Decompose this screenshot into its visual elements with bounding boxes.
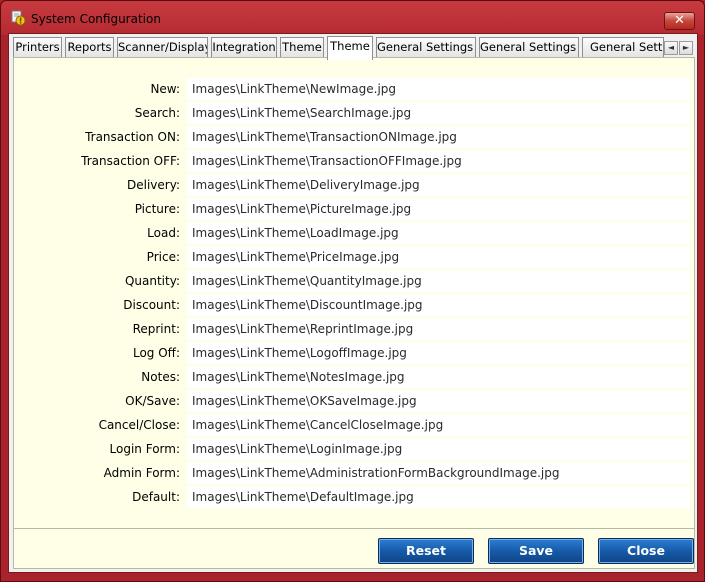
new-image-path-field[interactable]: Images\LinkTheme\NewImage.jpg	[187, 78, 690, 100]
setting-row-reprint: Reprint: Images\LinkTheme\ReprintImage.j…	[14, 317, 694, 341]
setting-row-price: Price: Images\LinkTheme\PriceImage.jpg	[14, 245, 694, 269]
app-config-icon	[11, 10, 26, 26]
transaction-on-image-label: Transaction ON:	[85, 130, 180, 144]
setting-row-search: Search: Images\LinkTheme\SearchImage.jpg	[14, 101, 694, 125]
tab-theme[interactable]: Theme	[280, 37, 324, 58]
search-image-path-field[interactable]: Images\LinkTheme\SearchImage.jpg	[187, 102, 690, 124]
window-close-button[interactable]: ✕	[664, 12, 695, 30]
tab-general-settings-1[interactable]: General Settings 1	[376, 37, 476, 58]
setting-row-transaction-on: Transaction ON: Images\LinkTheme\Transac…	[14, 125, 694, 149]
transaction-off-image-path-field[interactable]: Images\LinkTheme\TransactionOFFImage.jpg	[187, 150, 690, 172]
log-off-image-path-field[interactable]: Images\LinkTheme\LogoffImage.jpg	[187, 342, 690, 364]
transaction-off-image-label: Transaction OFF:	[81, 154, 180, 168]
cancel-close-image-path-field[interactable]: Images\LinkTheme\CancelCloseImage.jpg	[187, 414, 690, 436]
setting-row-quantity: Quantity: Images\LinkTheme\QuantityImage…	[14, 269, 694, 293]
picture-image-label: Picture:	[134, 202, 180, 216]
tab-scroll-left-button[interactable]: ◄	[664, 41, 678, 55]
load-image-label: Load:	[147, 226, 180, 240]
default-image-label: Default:	[132, 490, 180, 504]
price-image-label: Price:	[146, 250, 180, 264]
arrow-left-icon: ◄	[667, 43, 675, 52]
setting-row-default: Default: Images\LinkTheme\DefaultImage.j…	[14, 485, 694, 509]
default-image-path-field[interactable]: Images\LinkTheme\DefaultImage.jpg	[187, 486, 690, 508]
notes-image-path-field[interactable]: Images\LinkTheme\NotesImage.jpg	[187, 366, 690, 388]
tab-theme-active[interactable]: Theme	[327, 36, 373, 60]
setting-row-notes: Notes: Images\LinkTheme\NotesImage.jpg	[14, 365, 694, 389]
ok-save-image-path-field[interactable]: Images\LinkTheme\OKSaveImage.jpg	[187, 390, 690, 412]
tab-general-settings-3[interactable]: General Settings	[582, 37, 664, 58]
cancel-close-image-label: Cancel/Close:	[98, 418, 180, 432]
setting-row-delivery: Delivery: Images\LinkTheme\DeliveryImage…	[14, 173, 694, 197]
quantity-image-label: Quantity:	[124, 274, 180, 288]
quantity-image-path-field[interactable]: Images\LinkTheme\QuantityImage.jpg	[187, 270, 690, 292]
login-form-image-path-field[interactable]: Images\LinkTheme\LoginImage.jpg	[187, 438, 690, 460]
reprint-image-label: Reprint:	[132, 322, 180, 336]
tab-integration[interactable]: Integration	[211, 37, 277, 58]
save-button[interactable]: Save	[488, 538, 584, 564]
window-title: System Configuration	[31, 12, 161, 26]
admin-form-image-path-field[interactable]: Images\LinkTheme\AdministrationFormBackg…	[187, 462, 690, 484]
log-off-image-label: Log Off:	[132, 346, 180, 360]
tab-reports[interactable]: Reports	[65, 37, 114, 58]
new-image-label: New:	[150, 82, 180, 96]
picture-image-path-field[interactable]: Images\LinkTheme\PictureImage.jpg	[187, 198, 690, 220]
setting-row-transaction-off: Transaction OFF: Images\LinkTheme\Transa…	[14, 149, 694, 173]
login-form-image-label: Login Form:	[109, 442, 180, 456]
tab-strip: Printers Reports Scanner/Display Integra…	[13, 36, 695, 60]
reprint-image-path-field[interactable]: Images\LinkTheme\ReprintImage.jpg	[187, 318, 690, 340]
discount-image-label: Discount:	[123, 298, 180, 312]
setting-row-login-form: Login Form: Images\LinkTheme\LoginImage.…	[14, 437, 694, 461]
notes-image-label: Notes:	[141, 370, 180, 384]
arrow-right-icon: ►	[682, 43, 690, 52]
reset-button[interactable]: Reset	[378, 538, 474, 564]
price-image-path-field[interactable]: Images\LinkTheme\PriceImage.jpg	[187, 246, 690, 268]
setting-row-load: Load: Images\LinkTheme\LoadImage.jpg	[14, 221, 694, 245]
delivery-image-path-field[interactable]: Images\LinkTheme\DeliveryImage.jpg	[187, 174, 690, 196]
setting-row-ok-save: OK/Save: Images\LinkTheme\OKSaveImage.jp…	[14, 389, 694, 413]
setting-row-picture: Picture: Images\LinkTheme\PictureImage.j…	[14, 197, 694, 221]
delivery-image-label: Delivery:	[127, 178, 180, 192]
system-configuration-window: System Configuration ✕ Printers Reports …	[0, 0, 705, 582]
tab-scroll-right-button[interactable]: ►	[679, 41, 693, 55]
tab-general-settings-2[interactable]: General Settings 2	[479, 37, 579, 58]
title-bar[interactable]: System Configuration ✕	[1, 1, 704, 35]
admin-form-image-label: Admin Form:	[103, 466, 180, 480]
button-bar: Reset Save Close	[13, 529, 695, 569]
setting-row-admin-form: Admin Form: Images\LinkTheme\Administrat…	[14, 461, 694, 485]
ok-save-image-label: OK/Save:	[125, 394, 180, 408]
close-icon: ✕	[674, 13, 685, 28]
setting-row-discount: Discount: Images\LinkTheme\DiscountImage…	[14, 293, 694, 317]
setting-row-cancel-close: Cancel/Close: Images\LinkTheme\CancelClo…	[14, 413, 694, 437]
discount-image-path-field[interactable]: Images\LinkTheme\DiscountImage.jpg	[187, 294, 690, 316]
tab-printers[interactable]: Printers	[13, 37, 62, 58]
setting-row-new: New: Images\LinkTheme\NewImage.jpg	[14, 77, 694, 101]
setting-row-log-off: Log Off: Images\LinkTheme\LogoffImage.jp…	[14, 341, 694, 365]
close-button[interactable]: Close	[598, 538, 694, 564]
theme-settings-panel: New: Images\LinkTheme\NewImage.jpg Searc…	[13, 57, 695, 529]
tab-scanner-display[interactable]: Scanner/Display	[117, 37, 208, 58]
search-image-label: Search:	[134, 106, 180, 120]
load-image-path-field[interactable]: Images\LinkTheme\LoadImage.jpg	[187, 222, 690, 244]
transaction-on-image-path-field[interactable]: Images\LinkTheme\TransactionONImage.jpg	[187, 126, 690, 148]
dialog-client-area: Printers Reports Scanner/Display Integra…	[8, 33, 698, 573]
